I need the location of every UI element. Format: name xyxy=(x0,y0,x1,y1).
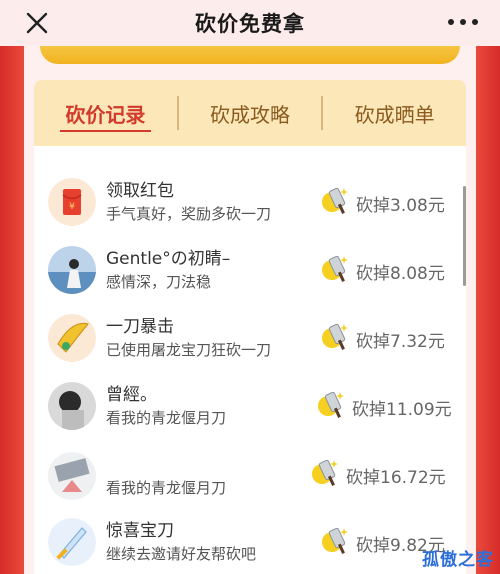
list-item: 看我的青龙偃月刀 砍掉16.72元 xyxy=(34,444,466,512)
list-item: 曾經。 看我的青龙偃月刀 砍掉11.09元 xyxy=(34,376,466,444)
cleaver-icon xyxy=(320,254,352,284)
cut-amount: 砍掉8.08元 xyxy=(356,264,445,284)
record-name: 曾經。 xyxy=(106,385,157,405)
record-name: 一刀暴击 xyxy=(106,317,174,337)
gold-banner-edge xyxy=(40,46,460,64)
record-name: 领取红包 xyxy=(106,181,174,201)
cut-amount: 砍掉11.09元 xyxy=(352,400,452,420)
more-options-icon[interactable] xyxy=(448,12,478,32)
user-avatar xyxy=(48,246,96,294)
tab-success-tips[interactable]: 砍成攻略 xyxy=(179,80,322,146)
record-desc: 看我的青龙偃月刀 xyxy=(106,409,227,427)
tab-success-showcase[interactable]: 砍成晒单 xyxy=(323,80,466,146)
red-envelope-icon: ¥ xyxy=(48,178,96,226)
user-avatar xyxy=(48,452,96,500)
cut-amount: 砍掉7.32元 xyxy=(356,332,445,352)
record-desc: 手气真好，奖励多砍一刀 xyxy=(106,205,272,223)
cleaver-icon xyxy=(320,186,352,216)
cut-amount: 砍掉16.72元 xyxy=(346,468,446,488)
list-item: Gentle°の初睛– 感情深，刀法稳 砍掉8.08元 xyxy=(34,240,466,308)
page-title: 砍价免费拿 xyxy=(195,12,305,36)
frame-left xyxy=(0,46,24,574)
bargain-record-list[interactable]: ¥ 领取红包 手气真好，奖励多砍一刀 砍掉3.08元 Gentle°の初睛– 感… xyxy=(34,146,466,574)
record-name: Gentle°の初睛– xyxy=(106,249,231,269)
treasure-sword-icon xyxy=(48,518,96,566)
list-item: ¥ 领取红包 手气真好，奖励多砍一刀 砍掉3.08元 xyxy=(34,172,466,240)
close-icon[interactable] xyxy=(24,10,50,36)
golden-blade-icon xyxy=(48,314,96,362)
record-desc: 继续去邀请好友帮砍吧 xyxy=(106,545,257,563)
list-item: 惊喜宝刀 继续去邀请好友帮砍吧 砍掉9.82元 xyxy=(34,512,466,574)
record-desc: 已使用屠龙宝刀狂砍一刀 xyxy=(106,341,272,359)
tab-bar: 砍价记录 砍成攻略 砍成晒单 xyxy=(34,80,466,146)
user-avatar xyxy=(48,382,96,430)
tab-bargain-records[interactable]: 砍价记录 xyxy=(34,80,177,146)
watermark: 孤傲之客 xyxy=(422,550,494,570)
record-desc: 感情深，刀法稳 xyxy=(106,273,212,291)
cleaver-icon xyxy=(320,322,352,352)
cleaver-icon xyxy=(310,458,342,488)
record-desc: 看我的青龙偃月刀 xyxy=(106,479,227,497)
cleaver-icon xyxy=(316,390,348,420)
record-name: 惊喜宝刀 xyxy=(106,521,174,541)
frame-right xyxy=(476,46,500,574)
svg-text:¥: ¥ xyxy=(69,202,75,212)
cut-amount: 砍掉3.08元 xyxy=(356,196,445,216)
list-item: 一刀暴击 已使用屠龙宝刀狂砍一刀 砍掉7.32元 xyxy=(34,308,466,376)
cleaver-icon xyxy=(320,526,352,556)
top-bar: 砍价免费拿 xyxy=(0,0,500,46)
